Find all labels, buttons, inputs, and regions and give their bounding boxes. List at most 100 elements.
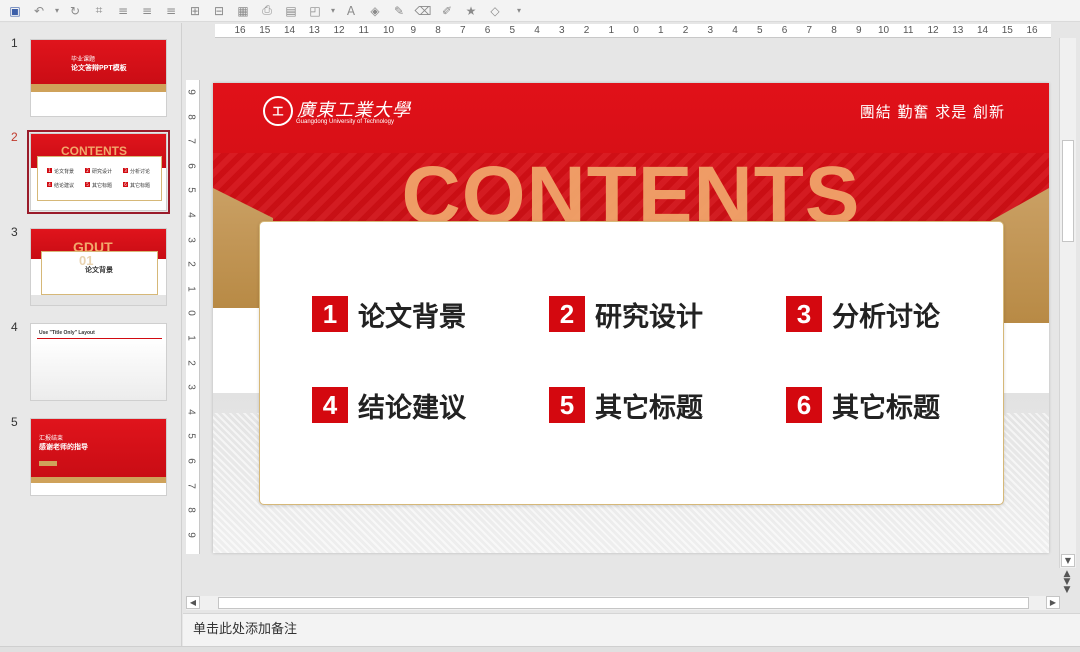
fill-icon[interactable]: ◈ — [364, 2, 386, 20]
ruler-tick-label: 9 — [855, 25, 862, 36]
horizontal-ruler[interactable]: 16 15 14 13 12 11 10 9 8 7 6 5 4 3 2 1 0 1 2 3 4 5 6 7 8 9 10 11 12 1… — [215, 24, 1051, 38]
ruler-tick-label: 7 — [185, 482, 197, 489]
ruler-tick-label: 1 — [608, 25, 615, 36]
more-icon[interactable]: ▾ — [508, 2, 530, 20]
ruler-tick-label: 8 — [831, 25, 837, 36]
item-label: 结论建议 — [358, 392, 466, 424]
distribute-vertical-icon[interactable]: ⊟ — [208, 2, 230, 20]
thumb-item-2: 研究设计 — [92, 169, 113, 175]
item-label: 论文背景 — [358, 301, 466, 333]
redo-icon[interactable]: ↻ — [64, 2, 86, 20]
ruler-tick-label: 16 — [1026, 25, 1038, 36]
shapes-icon[interactable]: ◰ — [304, 2, 326, 20]
thumbnail-row-2[interactable]: 2 CONTENTS 1 论文背景 2 研究设计 3 分析讨论 4 结论建议 5 其它标题… — [0, 117, 182, 214]
thumbnail-number: 1 — [11, 36, 18, 50]
ruler-tick-label: 5 — [185, 187, 197, 194]
align-center-icon[interactable]: ≡ — [136, 2, 158, 20]
notes-pane[interactable]: 单击此处添加备注 — [183, 613, 1080, 646]
thumbnail-row-4[interactable]: 4 Use "Title Only" Layout — [0, 307, 182, 401]
vertical-scroll-thumb[interactable] — [1062, 140, 1074, 242]
contents-item-1[interactable]: 1 论文背景 — [312, 296, 466, 333]
distribute-icon[interactable]: ⊞ — [184, 2, 206, 20]
vertical-ruler[interactable]: 9 8 7 6 5 4 3 2 1 0 1 2 3 4 5 6 7 8 9 — [185, 80, 200, 554]
vertical-scrollbar[interactable]: ▼ — [1059, 38, 1076, 568]
pen-icon[interactable]: ✎ — [388, 2, 410, 20]
table-icon[interactable]: ▦ — [232, 2, 254, 20]
slide-canvas[interactable]: 工 廣東工業大學 Guangdong University of Technol… — [213, 83, 1049, 553]
align-right-icon[interactable]: ≡ — [160, 2, 182, 20]
logo-glyph: 工 — [272, 105, 284, 118]
thumb-end-2: 感谢老师的指导 — [39, 444, 88, 451]
slide-thumbnail-4[interactable]: Use "Title Only" Layout — [30, 323, 167, 401]
item-number: 6 — [786, 387, 822, 423]
slide-thumbnail-5[interactable]: 汇报结束 感谢老师的指导 — [30, 418, 167, 496]
contents-item-3[interactable]: 3 分析讨论 — [786, 296, 940, 333]
ruler-tick-label: 4 — [185, 212, 197, 218]
horizontal-scroll-thumb[interactable] — [218, 597, 1029, 609]
thumbnail-number: 3 — [11, 225, 18, 239]
ruler-tick-label: 8 — [185, 113, 197, 120]
thumbnail-row-5[interactable]: 5 汇报结束 感谢老师的指导 — [0, 402, 182, 496]
ruler-tick-label: 1 — [185, 286, 197, 292]
item-number: 1 — [312, 296, 348, 332]
font-color-icon[interactable]: A — [340, 2, 362, 20]
item-number: 4 — [312, 387, 348, 423]
university-english-name: Guangdong University of Technology — [296, 119, 394, 125]
highlight-icon[interactable]: ✐ — [436, 2, 458, 20]
slide-thumbnail-pane: 1 毕业课题 论文答辩PPT模板 2 CONTENTS 1 论文背景 2 研究设计 … — [0, 23, 182, 652]
chevron-down-icon[interactable]: ▾ — [52, 2, 62, 20]
contents-item-6[interactable]: 6 其它标题 — [786, 387, 940, 424]
ruler-tick-label: 3 — [558, 25, 565, 36]
quick-access-toolbar: ▣ ↶ ▾ ↻ ⌗ ≡ ≡ ≡ ⊞ ⊟ ▦ ⎙ ▤ ◰ ▾ A ◈ ✎ ⌫ ✐ … — [0, 0, 1080, 22]
contents-item-2[interactable]: 2 研究设计 — [549, 296, 703, 333]
undo-icon[interactable]: ↶ — [28, 2, 50, 20]
effects-icon[interactable]: ◇ — [484, 2, 506, 20]
scroll-left-icon[interactable]: ◀ — [186, 596, 200, 609]
ruler-tick-label: 3 — [707, 25, 714, 36]
item-number: 2 — [549, 296, 585, 332]
thumbnail-row-3[interactable]: 3 GDUT 01 论文背景 — [0, 212, 182, 306]
slide-thumbnail-2[interactable]: CONTENTS 1 论文背景 2 研究设计 3 分析讨论 4 结论建议 5 其它标题 6… — [27, 130, 170, 214]
ruler-tick-label: 2 — [185, 261, 197, 267]
eraser-icon[interactable]: ⌫ — [412, 2, 434, 20]
star-icon[interactable]: ★ — [460, 2, 482, 20]
slide-thumbnail-1[interactable]: 毕业课题 论文答辩PPT模板 — [30, 39, 167, 117]
slide-thumbnail-3[interactable]: GDUT 01 论文背景 — [30, 228, 167, 306]
thumb-heading: 论文背景 — [85, 267, 113, 274]
scroll-right-icon[interactable]: ▶ — [1046, 596, 1060, 609]
ruler-tick-label: 9 — [185, 89, 197, 95]
university-logo-icon: 工 — [263, 96, 293, 126]
ruler-tick-label: 0 — [633, 25, 639, 36]
thumb-item-5: 其它标题 — [92, 183, 113, 189]
horizontal-scrollbar[interactable]: ◀ ▶ — [186, 596, 1060, 610]
ruler-tick-label: 2 — [185, 359, 197, 366]
item-label: 其它标题 — [595, 392, 703, 424]
thumbnail-number: 2 — [11, 130, 18, 144]
thumb-item-4: 结论建议 — [54, 183, 75, 189]
ruler-tick-label: 9 — [410, 25, 417, 36]
contents-card[interactable]: 1 论文背景 2 研究设计 3 分析讨论 4 结论建议 5 其它标题 6 其它标… — [259, 221, 1004, 505]
item-label: 分析讨论 — [832, 301, 940, 333]
thumb-item-6: 其它标题 — [130, 183, 151, 189]
ruler-tick-label: 5 — [756, 25, 763, 36]
notes-placeholder[interactable]: 单击此处添加备注 — [193, 618, 297, 637]
ruler-tick-label: 2 — [583, 25, 590, 36]
contents-item-5[interactable]: 5 其它标题 — [549, 387, 703, 424]
format-painter-icon[interactable]: ⌗ — [88, 2, 110, 20]
chevron-down-icon[interactable]: ▾ — [328, 2, 338, 20]
thumbnail-row-1[interactable]: 1 毕业课题 论文答辩PPT模板 — [0, 23, 182, 117]
print-icon[interactable]: ⎙ — [256, 2, 278, 20]
align-left-icon[interactable]: ≡ — [112, 2, 134, 20]
contents-item-4[interactable]: 4 结论建议 — [312, 387, 466, 424]
ruler-tick-label: 14 — [283, 25, 296, 36]
ruler-tick-label: 5 — [509, 25, 516, 36]
ruler-tick-label: 1 — [185, 335, 197, 341]
ruler-tick-label: 0 — [185, 310, 197, 317]
ruler-tick-label: 15 — [259, 25, 271, 36]
prev-next-slide-icon[interactable]: ▲ ▼ ▼ — [1060, 570, 1074, 595]
ruler-tick-label: 11 — [358, 25, 369, 36]
picture-icon[interactable]: ▤ — [280, 2, 302, 20]
save-icon[interactable]: ▣ — [4, 2, 26, 20]
scroll-down-icon[interactable]: ▼ — [1061, 554, 1075, 567]
ruler-tick-label: 5 — [185, 433, 197, 440]
